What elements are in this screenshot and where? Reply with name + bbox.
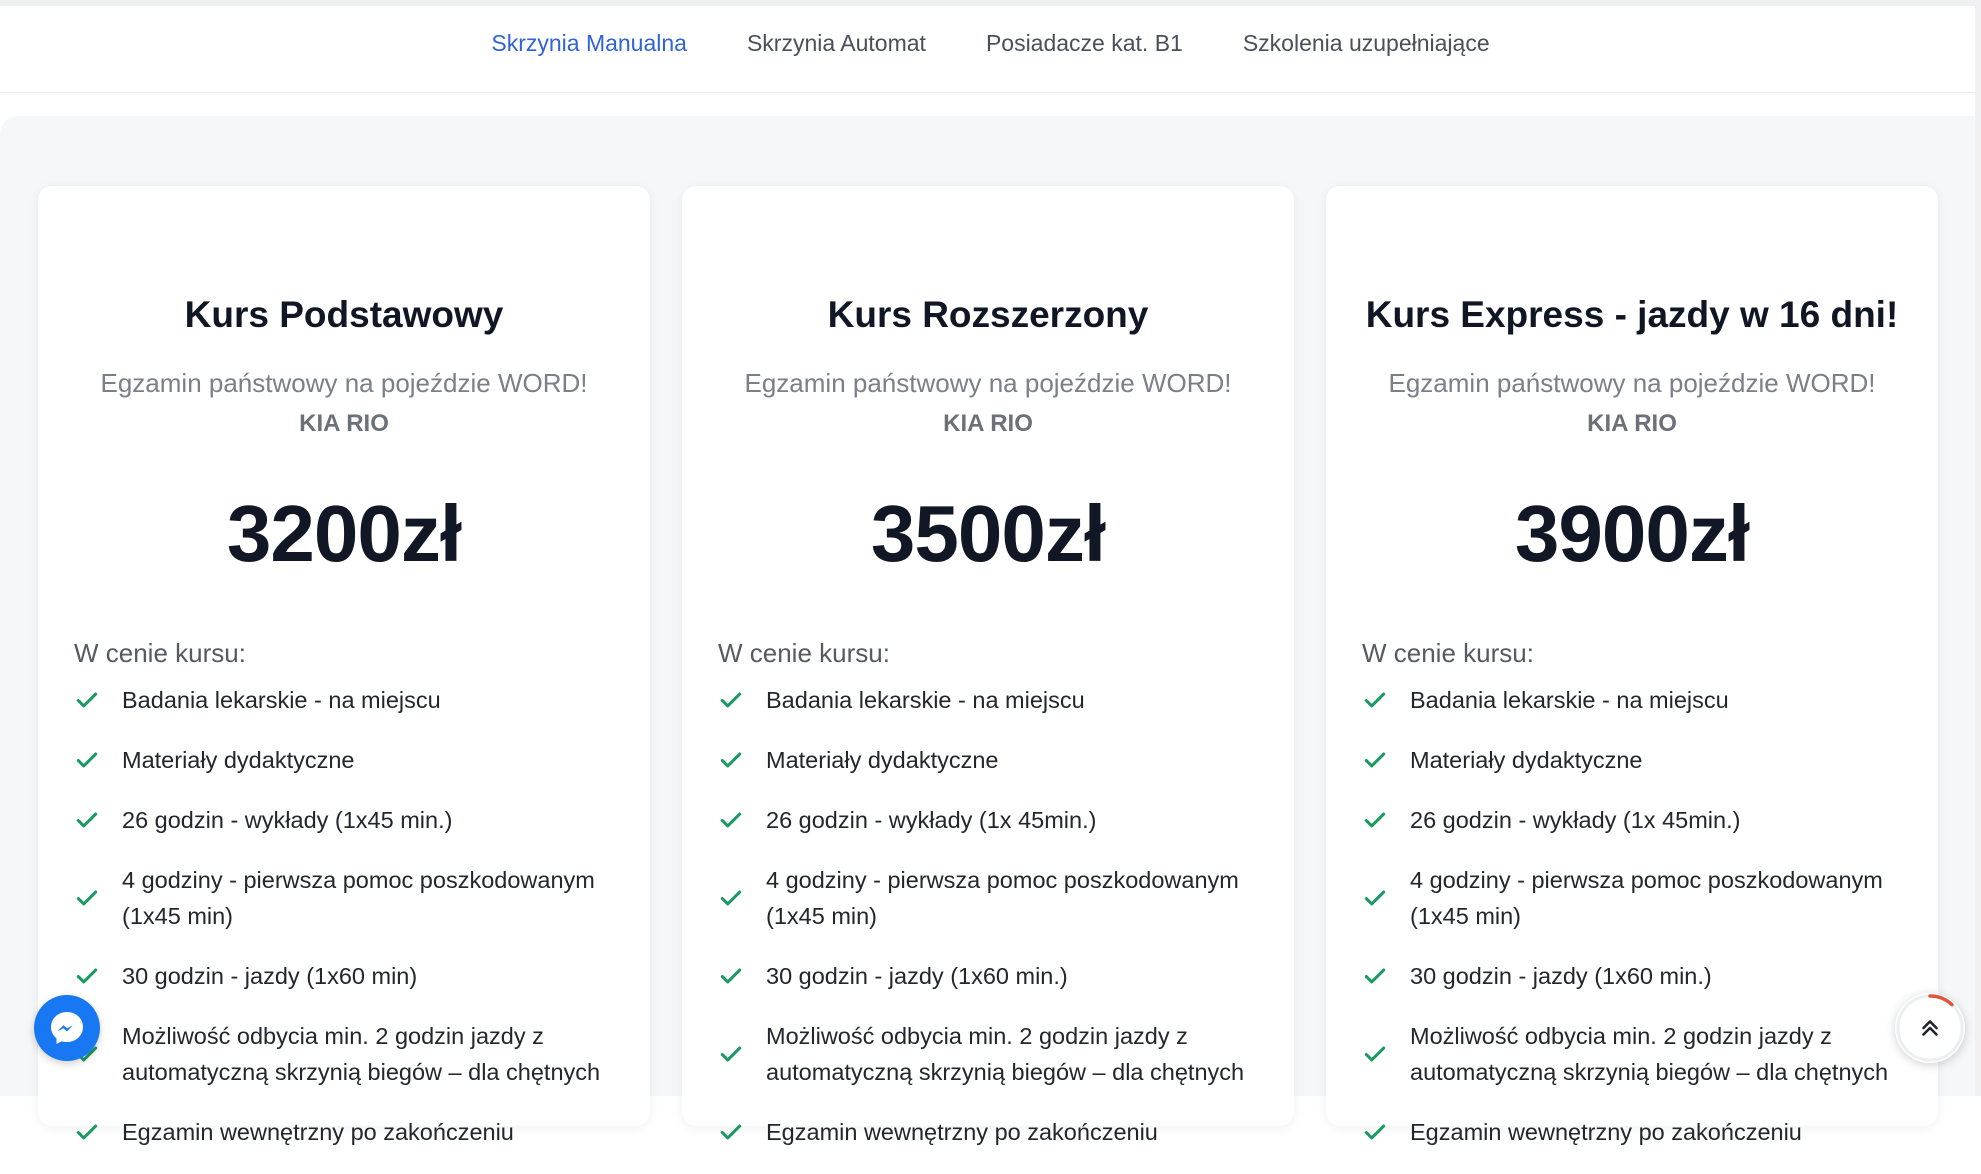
list-item: Materiały dydaktyczne [718,742,1274,778]
pricing-card: Kurs Podstawowy Egzamin państwowy na poj… [38,186,650,1145]
list-item: 26 godzin - wykłady (1x 45min.) [718,802,1274,838]
list-item: Możliwość odbycia min. 2 godzin jazdy z … [74,1018,630,1090]
course-type-tabs: Skrzynia Manualna Skrzynia Automat Posia… [0,6,1981,93]
feature-text: Egzamin wewnętrzny po zakończeniu [1410,1119,1802,1145]
feature-text: Możliwość odbycia min. 2 godzin jazdy z … [122,1023,601,1085]
feature-text: Materiały dydaktyczne [766,747,999,773]
feature-text: 4 godziny - pierwsza pomoc poszkodowanym… [122,867,595,929]
feature-text: Materiały dydaktyczne [122,747,355,773]
feature-text: Egzamin wewnętrzny po zakończeniu [122,1119,514,1145]
list-item: Materiały dydaktyczne [1362,742,1918,778]
list-item: Badania lekarskie - na miejscu [1362,682,1918,718]
check-icon [718,1041,766,1067]
list-item: 4 godziny - pierwsza pomoc poszkodowanym… [74,862,630,934]
feature-text: 26 godzin - wykłady (1x45 min.) [122,807,453,833]
check-icon [74,963,122,989]
card-price: 3200zł [226,489,462,578]
check-icon [718,687,766,713]
card-subtitle: Egzamin państwowy na pojeździe WORD! [100,368,588,398]
double-chevron-up-icon [1922,1020,1938,1036]
list-item: 30 godzin - jazdy (1x60 min) [74,958,630,994]
card-price: 3900zł [1514,489,1750,578]
feature-list: Badania lekarskie - na miejscu Materiały… [1362,682,1918,1174]
card-title: Kurs Express - jazdy w 16 dni! [1365,294,1899,335]
feature-text: Egzamin wewnętrzny po zakończeniu [766,1119,1158,1145]
feature-text: Możliwość odbycia min. 2 godzin jazdy z … [1410,1023,1889,1085]
includes-label: W cenie kursu: [718,638,890,668]
check-icon [1362,1119,1410,1145]
list-item: Egzamin wewnętrzny po zakończeniu [74,1114,630,1150]
scroll-to-top-button[interactable] [1895,993,1965,1063]
check-icon [718,807,766,833]
feature-text: Badania lekarskie - na miejscu [1410,687,1729,713]
check-icon [1362,687,1410,713]
check-icon [1362,807,1410,833]
check-icon [1362,885,1410,911]
messenger-icon [51,1012,83,1044]
card-price: 3500zł [870,489,1106,578]
check-icon [74,1119,122,1145]
tab-skrzynia-manualna[interactable]: Skrzynia Manualna [491,30,687,59]
pricing-card: Kurs Rozszerzony Egzamin państwowy na po… [682,186,1294,1145]
card-car-model: KIA RIO [943,410,1033,437]
list-item: 26 godzin - wykłady (1x 45min.) [1362,802,1918,838]
tab-posiadacze-b1[interactable]: Posiadacze kat. B1 [986,30,1183,59]
check-icon [74,687,122,713]
feature-text: 26 godzin - wykłady (1x 45min.) [1410,807,1741,833]
feature-list: Badania lekarskie - na miejscu Materiały… [74,682,630,1174]
feature-text: 4 godziny - pierwsza pomoc poszkodowanym… [766,867,1239,929]
check-icon [74,885,122,911]
list-item: 4 godziny - pierwsza pomoc poszkodowanym… [718,862,1274,934]
check-icon [718,747,766,773]
card-subtitle: Egzamin państwowy na pojeździe WORD! [744,368,1232,398]
tab-szkolenia-uzupelniajace[interactable]: Szkolenia uzupełniające [1243,30,1490,59]
feature-text: 4 godziny - pierwsza pomoc poszkodowanym… [1410,867,1883,929]
pricing-card: Kurs Express - jazdy w 16 dni! Egzamin p… [1326,186,1938,1145]
feature-text: Badania lekarskie - na miejscu [122,687,441,713]
messenger-chat-button[interactable] [34,995,100,1061]
check-icon [1362,747,1410,773]
check-icon [718,885,766,911]
includes-label: W cenie kursu: [1362,638,1534,668]
page-scrollbar[interactable] [1975,0,1981,1096]
check-icon [74,807,122,833]
feature-text: 26 godzin - wykłady (1x 45min.) [766,807,1097,833]
feature-text: Materiały dydaktyczne [1410,747,1643,773]
list-item: Badania lekarskie - na miejscu [74,682,630,718]
list-item: 30 godzin - jazdy (1x60 min.) [718,958,1274,994]
card-title: Kurs Rozszerzony [827,294,1149,335]
tab-skrzynia-automat[interactable]: Skrzynia Automat [747,30,926,59]
list-item: 26 godzin - wykłady (1x45 min.) [74,802,630,838]
card-subtitle: Egzamin państwowy na pojeździe WORD! [1388,368,1876,398]
feature-text: 30 godzin - jazdy (1x60 min) [122,963,418,989]
list-item: Możliwość odbycia min. 2 godzin jazdy z … [718,1018,1274,1090]
list-item: Egzamin wewnętrzny po zakończeniu [1362,1114,1918,1150]
includes-label: W cenie kursu: [74,638,246,668]
list-item: Materiały dydaktyczne [74,742,630,778]
pricing-section: Kurs Podstawowy Egzamin państwowy na poj… [0,116,1981,1145]
check-icon [74,747,122,773]
list-item: Egzamin wewnętrzny po zakończeniu [718,1114,1274,1150]
check-icon [1362,963,1410,989]
card-car-model: KIA RIO [299,410,389,437]
feature-text: Możliwość odbycia min. 2 godzin jazdy z … [766,1023,1245,1085]
feature-text: Badania lekarskie - na miejscu [766,687,1085,713]
card-title: Kurs Podstawowy [184,294,504,335]
check-icon [718,963,766,989]
check-icon [718,1119,766,1145]
feature-list: Badania lekarskie - na miejscu Materiały… [718,682,1274,1174]
list-item: Możliwość odbycia min. 2 godzin jazdy z … [1362,1018,1918,1090]
list-item: Badania lekarskie - na miejscu [718,682,1274,718]
card-car-model: KIA RIO [1587,410,1677,437]
check-icon [1362,1041,1410,1067]
list-item: 4 godziny - pierwsza pomoc poszkodowanym… [1362,862,1918,934]
feature-text: 30 godzin - jazdy (1x60 min.) [1410,963,1712,989]
feature-text: 30 godzin - jazdy (1x60 min.) [766,963,1068,989]
list-item: 30 godzin - jazdy (1x60 min.) [1362,958,1918,994]
